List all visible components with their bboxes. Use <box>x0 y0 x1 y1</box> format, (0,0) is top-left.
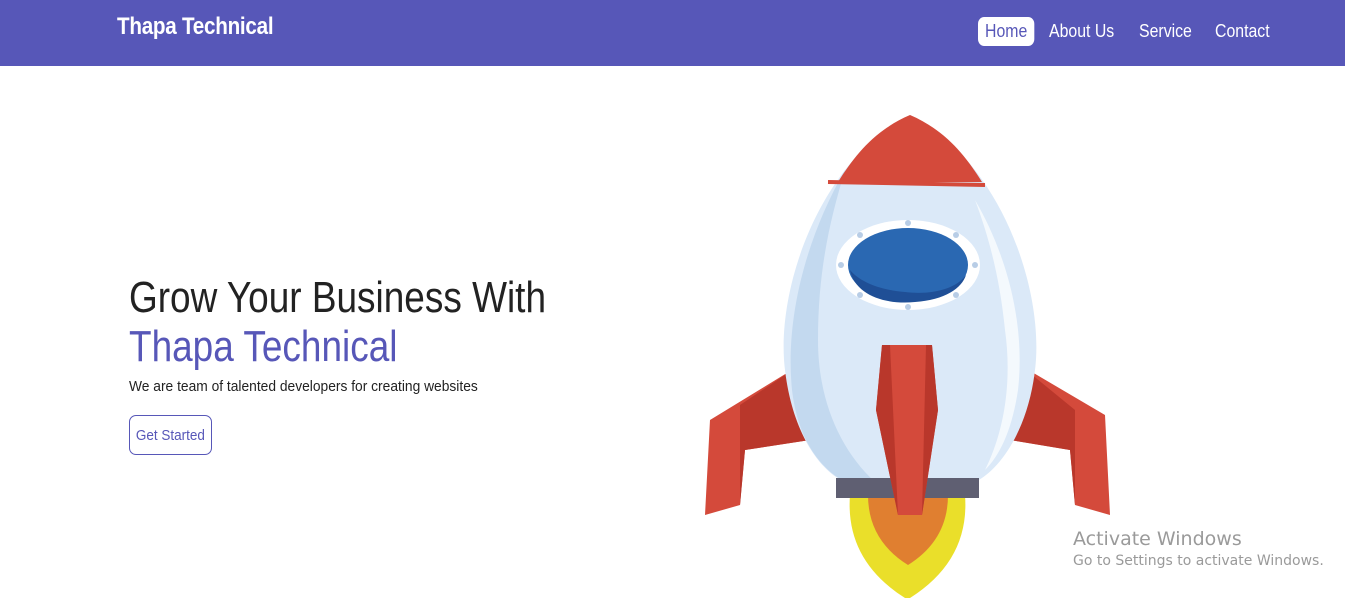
hero-subtitle: We are team of talented developers for c… <box>129 378 478 395</box>
rocket-illustration <box>705 115 1110 598</box>
navbar-brand[interactable]: Thapa Technical <box>117 13 274 41</box>
nose-cone <box>838 115 982 182</box>
watermark-title: Activate Windows <box>1073 528 1242 550</box>
get-started-button[interactable]: Get Started <box>129 415 212 455</box>
hero-heading: Grow Your Business With <box>129 273 547 322</box>
nav-link-service[interactable]: Service <box>1132 17 1199 46</box>
get-started-label: Get Started <box>135 426 206 444</box>
activate-windows-watermark: Activate Windows Go to Settings to activ… <box>1073 528 1324 572</box>
nav-link-home[interactable]: Home <box>978 16 1035 46</box>
nav-links: Home About Us Service Contact <box>978 15 1286 47</box>
watermark-subtitle: Go to Settings to activate Windows. <box>1073 553 1324 569</box>
navbar: Thapa Technical Home About Us Service Co… <box>0 0 1345 66</box>
nav-link-about-us[interactable]: About Us <box>1042 17 1121 46</box>
hero-text: Grow Your Business With Thapa Technical … <box>129 273 649 396</box>
hero-brand-name: Thapa Technical <box>129 322 398 371</box>
nav-link-contact[interactable]: Contact <box>1208 17 1277 46</box>
